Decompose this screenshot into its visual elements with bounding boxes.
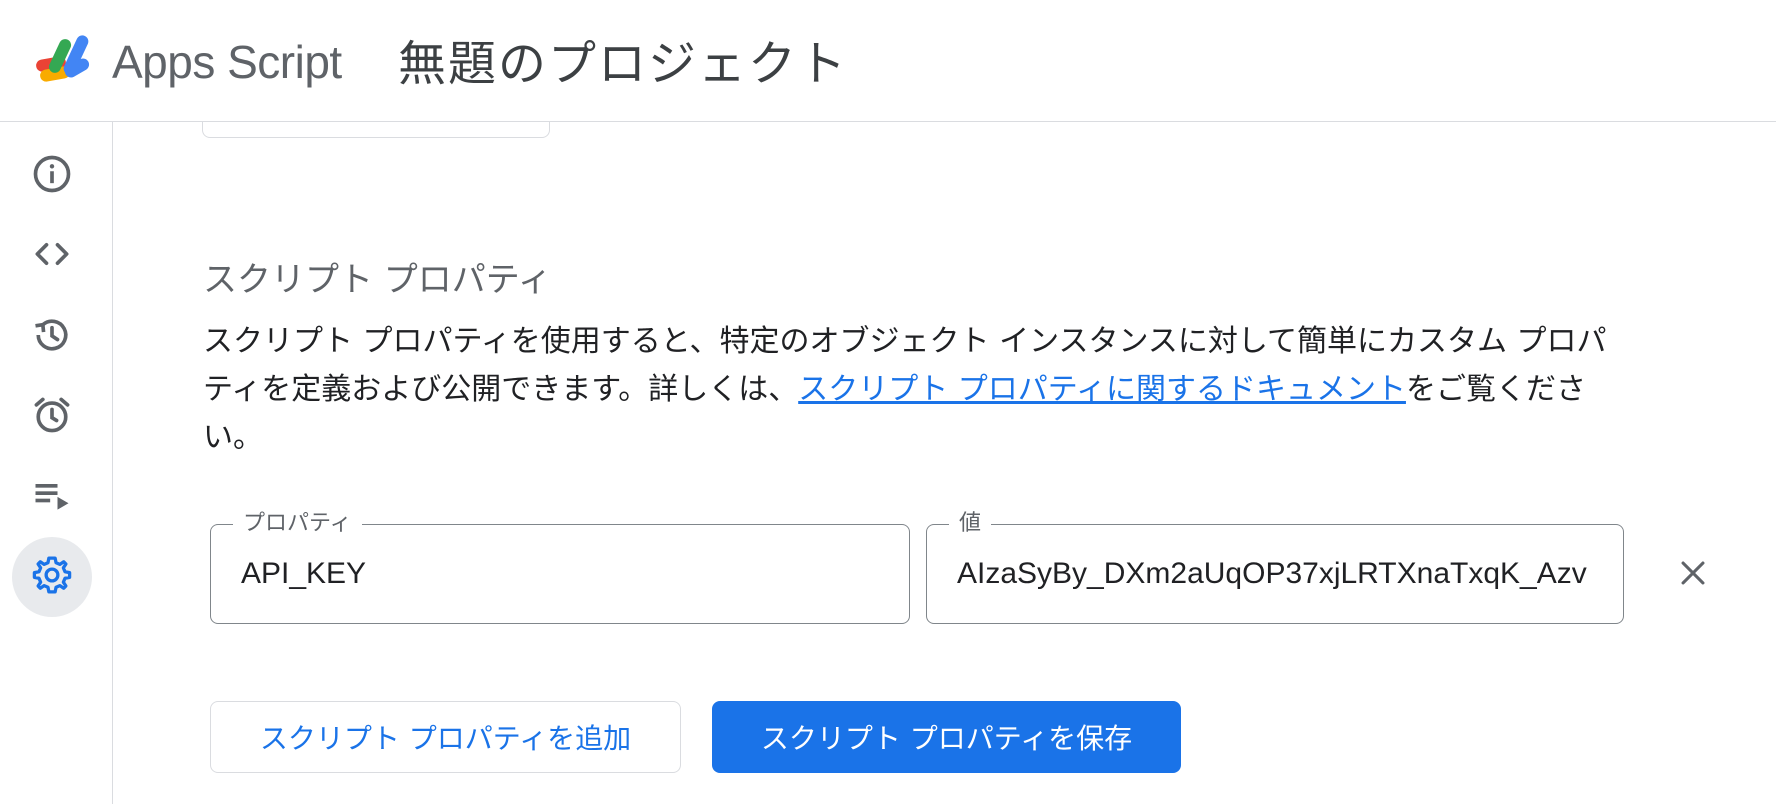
previous-section-box — [202, 122, 550, 138]
rail-item-overview[interactable] — [12, 136, 92, 216]
add-script-property-button[interactable]: スクリプト プロパティを追加 — [210, 701, 681, 773]
remove-property-button[interactable] — [1668, 550, 1718, 600]
apps-script-window: Apps Script 無題のプロジェクト スクリプト プロパティ スクリプト … — [0, 0, 1776, 804]
property-value-input[interactable] — [957, 525, 1615, 623]
rail-item-history[interactable] — [12, 297, 92, 377]
section-description: スクリプト プロパティを使用すると、特定のオブジェクト インスタンスに対して簡単… — [203, 318, 1623, 462]
left-nav-rail — [0, 122, 113, 804]
playlist-play-icon — [30, 473, 74, 521]
info-icon — [30, 152, 74, 200]
history-icon — [30, 313, 74, 361]
settings-main: スクリプト プロパティ スクリプト プロパティを使用すると、特定のオブジェクト … — [113, 122, 1776, 804]
gear-icon — [30, 553, 74, 601]
property-value-field: 値 — [926, 505, 1624, 624]
save-script-properties-button[interactable]: スクリプト プロパティを保存 — [712, 701, 1181, 773]
rail-item-project-settings[interactable] — [12, 537, 92, 617]
code-icon — [30, 232, 74, 280]
rail-item-triggers[interactable] — [12, 377, 92, 457]
apps-script-logo-icon — [34, 32, 100, 92]
close-icon — [1676, 556, 1710, 594]
property-key-input[interactable] — [241, 525, 901, 623]
app-name: Apps Script — [112, 36, 342, 88]
property-key-field: プロパティ — [210, 505, 910, 624]
documentation-link[interactable]: スクリプト プロパティに関するドキュメント — [798, 372, 1406, 407]
apps-script-home-link[interactable]: Apps Script — [34, 32, 342, 92]
header: Apps Script 無題のプロジェクト — [0, 0, 1776, 122]
project-title[interactable]: 無題のプロジェクト — [398, 24, 848, 94]
rail-item-executions[interactable] — [12, 457, 92, 537]
rail-item-editor[interactable] — [12, 216, 92, 296]
section-title: スクリプト プロパティ — [203, 260, 552, 300]
alarm-icon — [30, 393, 74, 441]
